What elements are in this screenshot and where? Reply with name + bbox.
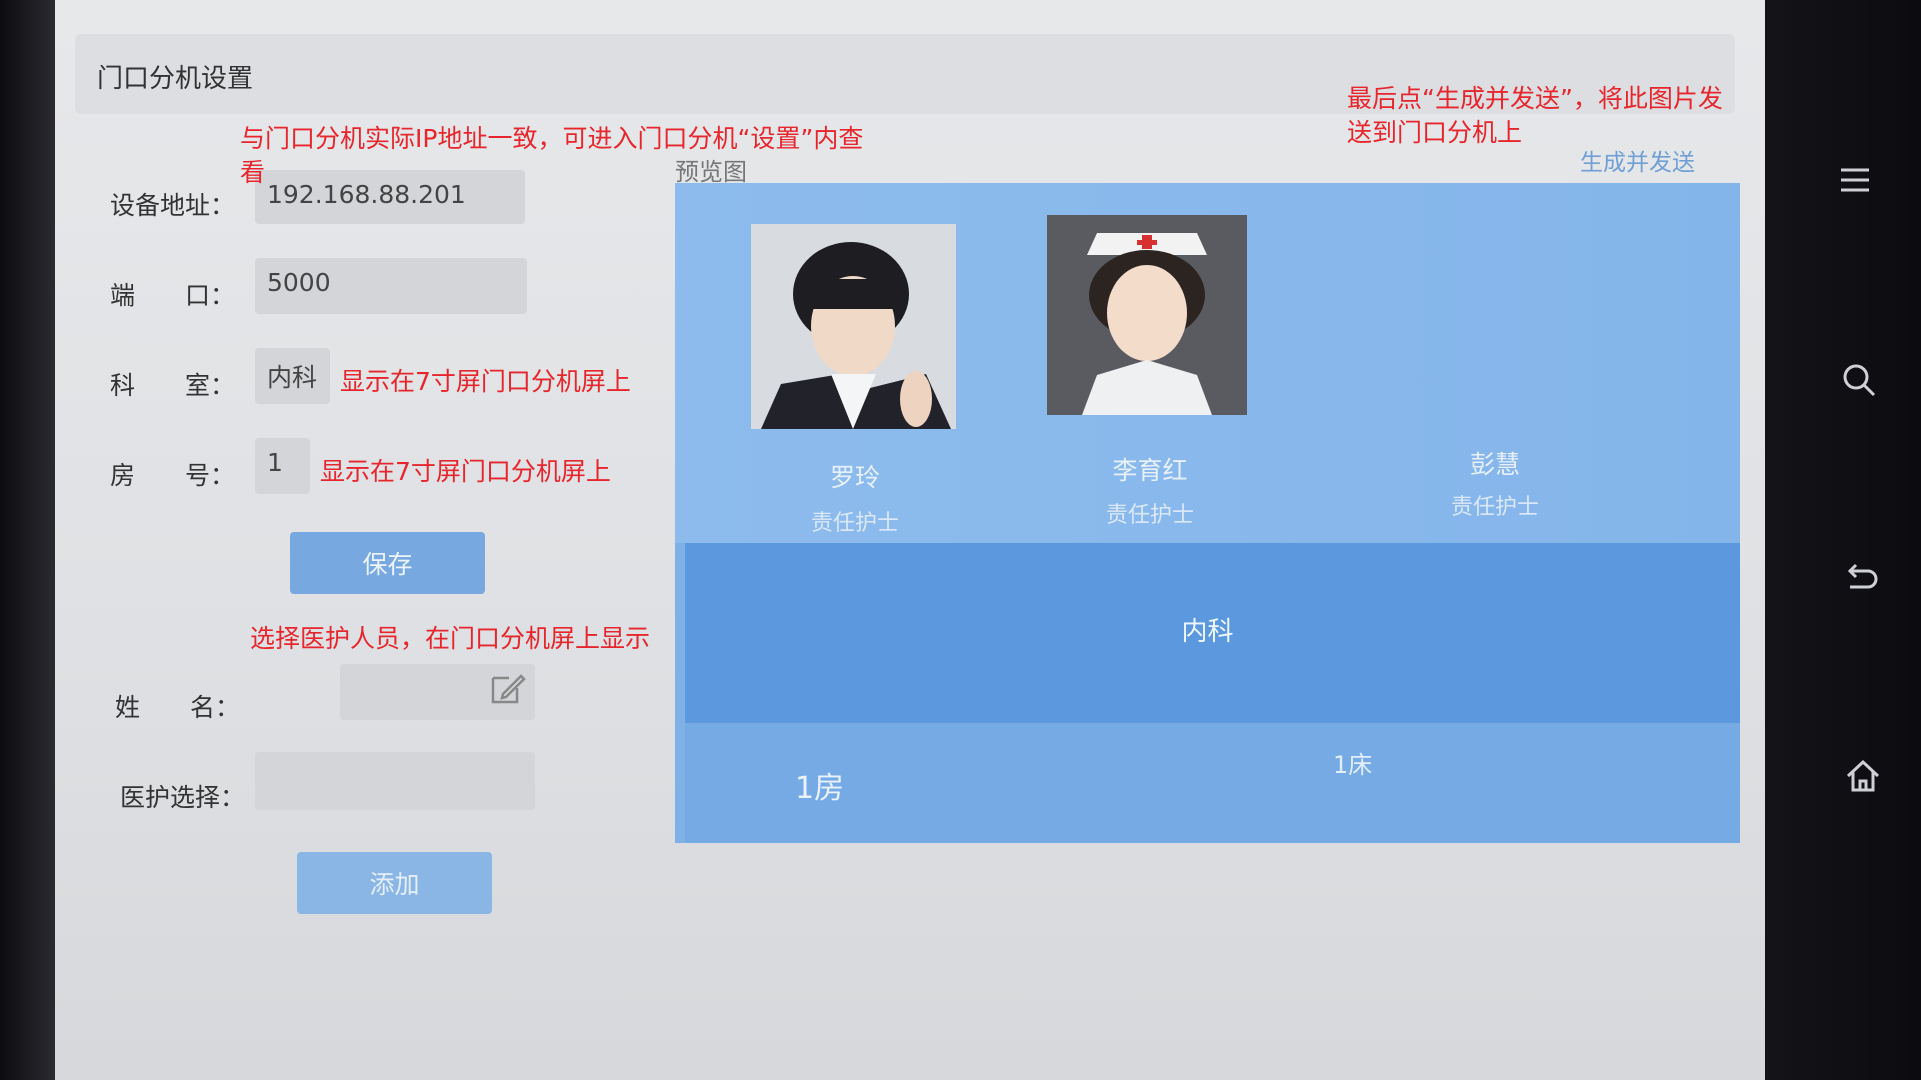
department-input[interactable]: 内科 <box>255 348 330 404</box>
page-title: 门口分机设置 <box>97 64 254 94</box>
nurse-role-1: 责任护士 <box>810 511 899 536</box>
preview-department: 内科 <box>1181 617 1234 647</box>
staff-select[interactable] <box>255 752 535 810</box>
preview-bed: 1床 <box>1333 751 1373 779</box>
annotation-room: 显示在7寸屏门口分机屏上 <box>320 457 611 486</box>
search-icon[interactable] <box>1831 352 1887 408</box>
nurse-name-3: 彭慧 <box>1469 450 1520 479</box>
preview-image: 罗玲 责任护士 李育红 责任护士 彭慧 责任护士 内科 1房 1床 <box>675 183 1740 843</box>
nurse-role-2: 责任护士 <box>1105 503 1194 528</box>
add-button[interactable]: 添加 <box>297 852 492 914</box>
room-label: 房 号： <box>110 461 236 490</box>
nurse-photo-2 <box>1047 215 1247 415</box>
annotation-dept: 显示在7寸屏门口分机屏上 <box>340 367 631 396</box>
annotation-send: 最后点“生成并发送”，将此图片发送到门口分机上 <box>1347 84 1723 147</box>
department-label: 科 室： <box>110 371 236 400</box>
app-screen: 门口分机设置 设备地址： 192.168.88.201 端 口： 5000 科 … <box>55 0 1765 1080</box>
tablet-bezel-left <box>0 0 55 1080</box>
preview-room: 1房 <box>795 771 845 806</box>
tablet-bezel-right <box>1765 0 1921 1080</box>
save-button[interactable]: 保存 <box>290 532 485 594</box>
nurse-name-1: 罗玲 <box>829 463 880 492</box>
menu-icon[interactable] <box>1827 152 1883 208</box>
nurse-name-2: 李育红 <box>1112 456 1188 485</box>
annotation-staff: 选择医护人员，在门口分机屏上显示 <box>250 624 651 653</box>
nurse-photo-1 <box>751 224 956 429</box>
home-icon[interactable] <box>1835 748 1891 804</box>
nurse-role-3: 责任护士 <box>1450 495 1539 520</box>
port-input[interactable]: 5000 <box>255 258 527 314</box>
port-label: 端 口： <box>110 281 236 310</box>
name-label: 姓 名： <box>115 693 241 722</box>
device-address-label: 设备地址： <box>110 191 236 220</box>
back-icon[interactable] <box>1833 550 1889 606</box>
staff-select-label: 医护选择： <box>120 783 246 812</box>
room-input[interactable]: 1 <box>255 438 310 494</box>
edit-icon[interactable] <box>487 668 527 708</box>
annotation-ip: 与门口分机实际IP地址一致，可进入门口分机“设置”内查看 <box>240 124 864 187</box>
